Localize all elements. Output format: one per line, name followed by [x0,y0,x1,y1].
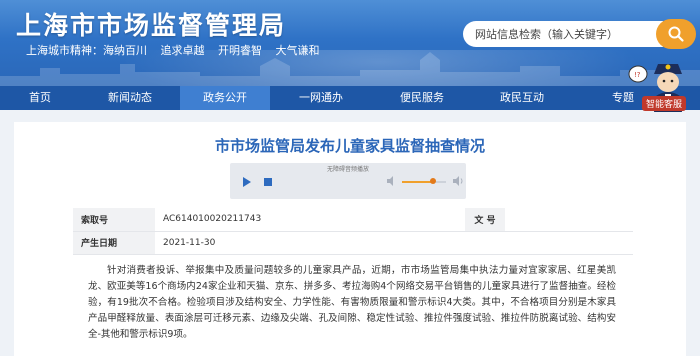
search-button[interactable] [656,19,696,49]
audio-player: 无障碍音频播放 [230,163,466,199]
table-row: 产生日期 2021-11-30 [73,231,633,255]
search-icon [668,26,684,42]
table-row: 索取号 AC614010020211743 文 号 [73,208,633,232]
site-header: 上海市市场监督管理局 上海城市精神：海纳百川 追求卓越 开明睿智 大气谦和 [0,0,700,86]
document-info-table: 索取号 AC614010020211743 文 号 产生日期 2021-11-3… [73,208,633,255]
volume-knob[interactable] [429,178,436,184]
city-spirit-item: 追求卓越 [160,44,205,57]
volume-fill [402,181,433,183]
city-spirit-item: 开明睿智 [218,44,262,57]
document-number-value [505,208,633,232]
svg-text:!?: !? [634,71,641,79]
nav-item-news[interactable]: 新闻动态 [80,86,180,110]
date-label: 产生日期 [73,231,155,255]
nav-item-home[interactable]: 首页 [0,86,80,110]
main-nav: 首页 新闻动态 政务公开 一网通办 便民服务 政民互动 专题 [0,86,700,110]
nav-item-convenience-services[interactable]: 便民服务 [372,86,472,110]
city-spirit: 上海城市精神：海纳百川 追求卓越 开明睿智 大气谦和 [26,42,330,58]
smart-assistant-label[interactable]: 智能客服 [642,96,687,111]
empty-cell [465,231,633,255]
document-number-label: 文 号 [465,208,505,232]
volume-high-icon[interactable] [452,175,464,187]
play-icon[interactable] [243,177,251,187]
search-box [463,21,663,47]
search-input[interactable] [475,21,655,47]
nav-item-government-affairs[interactable]: 政务公开 [180,86,270,110]
article-panel: 市市场监管局发布儿童家具监督抽查情况 无障碍音频播放 索取号 AC6140100… [14,122,686,356]
date-value: 2021-11-30 [155,231,465,255]
nav-item-one-network[interactable]: 一网通办 [270,86,372,110]
volume-low-icon[interactable] [386,175,398,187]
audio-player-label: 无障碍音频播放 [326,166,369,173]
volume-slider[interactable] [402,178,446,184]
city-spirit-item: 上海城市精神：海纳百川 [26,44,147,57]
article-body: 针对消费者投诉、举报集中及质量问题较多的儿童家具产品，近期，市市场监管局集中执法… [88,265,616,340]
index-number-label: 索取号 [73,208,155,232]
index-number-value: AC614010020211743 [155,208,465,232]
city-spirit-item: 大气谦和 [275,44,320,57]
stop-icon[interactable] [264,178,272,186]
nav-item-public-interaction[interactable]: 政民互动 [472,86,572,110]
site-title[interactable]: 上海市市场监督管理局 [16,6,286,42]
article-title: 市市场监管局发布儿童家具监督抽查情况 [214,137,485,155]
